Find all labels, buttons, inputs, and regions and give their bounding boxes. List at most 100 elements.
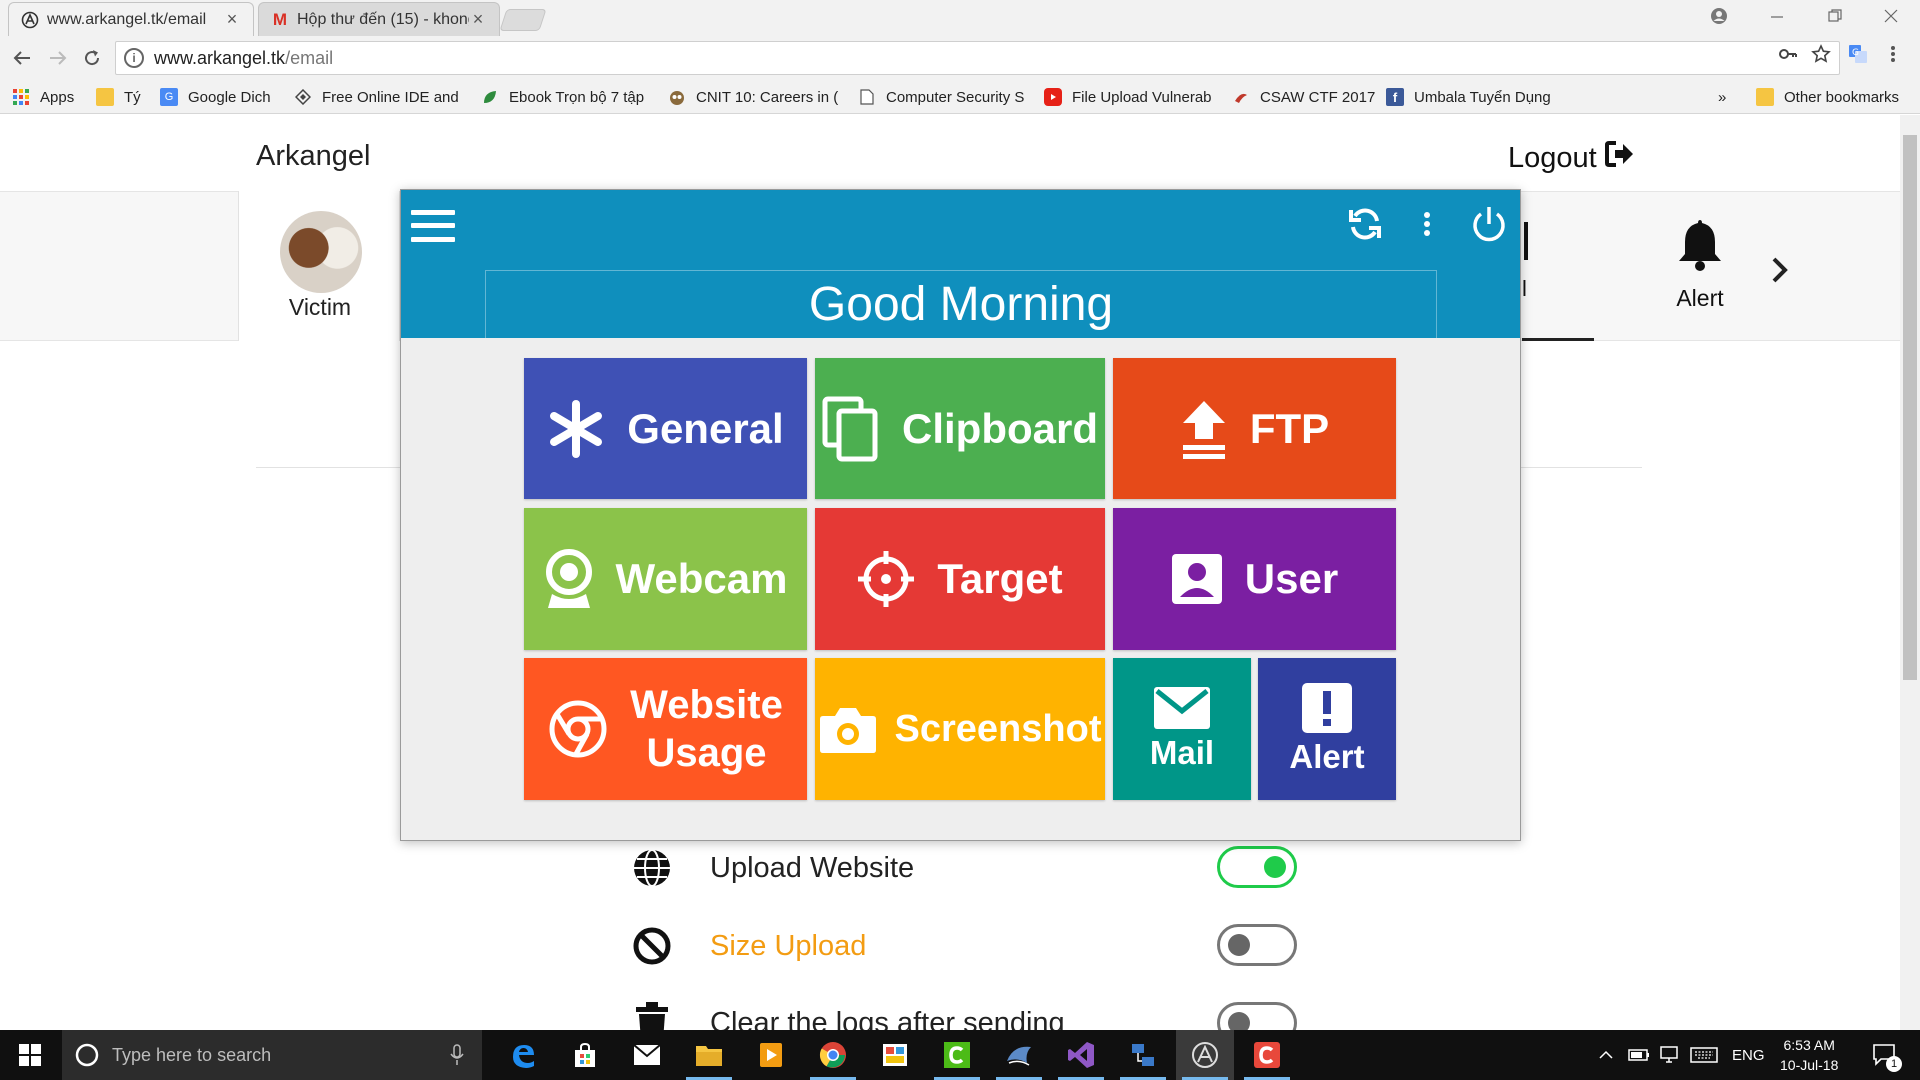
reload-button[interactable] bbox=[78, 44, 106, 72]
hamburger-menu-icon[interactable] bbox=[411, 206, 455, 246]
store-icon[interactable] bbox=[556, 1030, 614, 1080]
camtasia-icon[interactable] bbox=[928, 1030, 986, 1080]
upload-website-toggle[interactable] bbox=[1217, 846, 1297, 888]
media-player-icon[interactable] bbox=[742, 1030, 800, 1080]
bookmark-cnit[interactable]: CNIT 10: Careers in ( bbox=[668, 86, 838, 108]
block-icon bbox=[630, 924, 674, 968]
victim-card[interactable]: Victim bbox=[238, 191, 400, 341]
bookmark-ebook[interactable]: Ebook Trọn bộ 7 tập bbox=[481, 86, 644, 108]
bookmark-umbala[interactable]: f Umbala Tuyển Dụng bbox=[1386, 86, 1551, 108]
bookmark-free-online-ide[interactable]: Free Online IDE and bbox=[294, 86, 459, 108]
bookmark-ty[interactable]: Tý bbox=[96, 86, 141, 108]
network-icon[interactable] bbox=[1658, 1030, 1680, 1080]
arkangel-app-icon[interactable] bbox=[1176, 1030, 1234, 1080]
microphone-icon[interactable] bbox=[450, 1044, 464, 1066]
browser-toolbar: i www.arkangel.tk/email G bbox=[0, 36, 1920, 80]
asterisk-icon bbox=[547, 399, 605, 458]
tile-mail[interactable]: Mail bbox=[1113, 658, 1251, 800]
nav-item-alert[interactable]: Alert bbox=[1650, 216, 1750, 312]
brand-title[interactable]: Arkangel bbox=[256, 140, 370, 173]
setting-label: Size Upload bbox=[710, 929, 867, 962]
translate-extension-icon[interactable]: G bbox=[1848, 44, 1868, 70]
url-host: www.arkangel.tk bbox=[154, 47, 286, 68]
windows-start-icon[interactable] bbox=[10, 1038, 50, 1072]
modal-header: Good Morning bbox=[401, 190, 1520, 338]
battery-icon[interactable] bbox=[1628, 1030, 1650, 1080]
new-tab-button[interactable] bbox=[499, 9, 547, 31]
key-icon[interactable] bbox=[1778, 44, 1798, 70]
mail-app-icon[interactable] bbox=[618, 1030, 676, 1080]
chrome-app-icon[interactable] bbox=[804, 1030, 862, 1080]
tile-screenshot[interactable]: Screenshot bbox=[815, 658, 1105, 800]
bookmarks-overflow-button[interactable]: » bbox=[1718, 86, 1726, 108]
tile-label: FTP bbox=[1249, 404, 1330, 452]
bookmark-google-dich[interactable]: G Google Dich bbox=[160, 86, 271, 108]
bookmark-apps[interactable]: Apps bbox=[12, 86, 74, 108]
tile-website-usage[interactable]: Website Usage bbox=[524, 658, 807, 800]
wireshark-icon[interactable] bbox=[990, 1030, 1048, 1080]
taskbar-search-box[interactable]: Type here to search bbox=[62, 1030, 482, 1080]
user-card-icon bbox=[1171, 553, 1223, 605]
minimize-button[interactable] bbox=[1748, 0, 1806, 32]
arkangel-favicon-icon bbox=[21, 11, 39, 29]
scrollbar-thumb[interactable] bbox=[1903, 135, 1917, 680]
clear-logs-toggle[interactable] bbox=[1217, 1002, 1297, 1030]
address-bar[interactable]: i www.arkangel.tk/email bbox=[115, 41, 1840, 75]
clock[interactable]: 6:53 AM 10-Jul-18 bbox=[1780, 1030, 1838, 1080]
upload-icon bbox=[1180, 399, 1228, 459]
file-explorer-icon[interactable] bbox=[680, 1030, 738, 1080]
action-center-icon[interactable]: 1 bbox=[1872, 1030, 1902, 1080]
visual-studio-icon[interactable] bbox=[1052, 1030, 1110, 1080]
tile-target[interactable]: Target bbox=[815, 508, 1105, 650]
restore-button[interactable] bbox=[1806, 0, 1864, 32]
close-tab-icon[interactable]: × bbox=[223, 9, 241, 30]
close-tab-icon[interactable]: × bbox=[469, 9, 487, 30]
tile-clipboard[interactable]: Clipboard bbox=[815, 358, 1105, 499]
bookmark-other[interactable]: Other bookmarks bbox=[1756, 86, 1899, 108]
bookmark-computer-security[interactable]: Computer Security S bbox=[858, 86, 1024, 108]
tile-user[interactable]: User bbox=[1113, 508, 1396, 650]
google-translate-icon: G bbox=[160, 88, 178, 106]
search-placeholder: Type here to search bbox=[112, 1044, 272, 1065]
menu-modal: Good Morning General Clipboard FTP Webca… bbox=[400, 189, 1521, 841]
bookmark-star-icon[interactable] bbox=[1811, 44, 1831, 70]
clock-date: 10-Jul-18 bbox=[1780, 1057, 1839, 1073]
tab-gmail[interactable]: M Hộp thư đến (15) - khong × bbox=[258, 2, 500, 36]
tab-arkangel[interactable]: www.arkangel.tk/email × bbox=[8, 2, 254, 36]
power-icon[interactable] bbox=[1465, 200, 1513, 248]
tile-alert[interactable]: Alert bbox=[1258, 658, 1396, 800]
tile-ftp[interactable]: FTP bbox=[1113, 358, 1396, 499]
site-info-icon[interactable]: i bbox=[124, 48, 144, 68]
tray-chevron-up-icon[interactable] bbox=[1598, 1030, 1614, 1080]
bell-icon bbox=[1650, 216, 1750, 285]
forward-button[interactable] bbox=[44, 44, 72, 72]
tile-label: Alert bbox=[1289, 738, 1365, 775]
network-tool-icon[interactable] bbox=[1114, 1030, 1172, 1080]
tile-label: General bbox=[627, 404, 784, 452]
close-window-button[interactable] bbox=[1862, 0, 1920, 32]
toggle-knob bbox=[1264, 856, 1286, 878]
bookmark-csaw[interactable]: CSAW CTF 2017 bbox=[1232, 86, 1375, 108]
tile-general[interactable]: General bbox=[524, 358, 807, 499]
ccleaner-icon[interactable] bbox=[1238, 1030, 1296, 1080]
bookmark-file-upload[interactable]: File Upload Vulnerab bbox=[1044, 86, 1212, 108]
tile-label: Website Usage bbox=[630, 683, 783, 775]
language-indicator[interactable]: ENG bbox=[1732, 1030, 1765, 1080]
back-button[interactable] bbox=[8, 44, 36, 72]
edge-icon[interactable] bbox=[494, 1030, 552, 1080]
profile-icon[interactable] bbox=[1690, 0, 1748, 32]
size-upload-toggle[interactable] bbox=[1217, 924, 1297, 966]
setting-label: Clear the logs after sending bbox=[710, 1007, 1065, 1030]
keyboard-icon[interactable] bbox=[1690, 1030, 1718, 1080]
chrome-menu-icon[interactable] bbox=[1890, 44, 1896, 70]
clock-time: 6:53 AM bbox=[1783, 1037, 1835, 1053]
tile-webcam[interactable]: Webcam bbox=[524, 508, 807, 650]
chevron-right-icon[interactable] bbox=[1770, 255, 1790, 292]
setting-size-upload: Size Upload bbox=[630, 921, 1310, 971]
toggle-knob bbox=[1228, 1012, 1250, 1030]
logout-button[interactable]: Logout bbox=[1508, 140, 1635, 176]
more-options-icon[interactable] bbox=[1403, 200, 1451, 248]
paint-app-icon[interactable] bbox=[866, 1030, 924, 1080]
refresh-icon[interactable] bbox=[1341, 200, 1389, 248]
svg-text:G: G bbox=[1852, 48, 1859, 58]
